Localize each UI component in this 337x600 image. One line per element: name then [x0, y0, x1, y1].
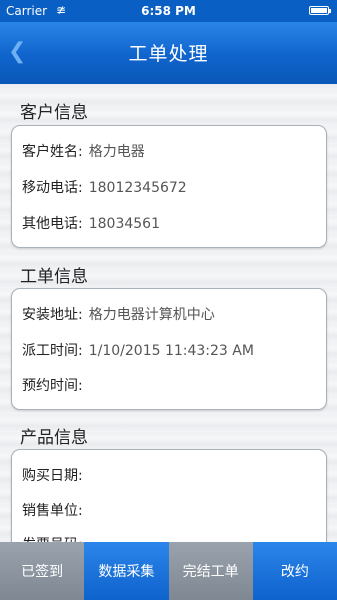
- row-label: 安装地址:: [22, 307, 83, 323]
- reschedule-button[interactable]: 改约: [252, 542, 337, 600]
- row-label: 移动电话:: [22, 180, 83, 196]
- other-phone-value[interactable]: 18034561: [89, 216, 160, 232]
- complete-order-button[interactable]: 完结工单: [168, 542, 253, 600]
- customer-card: 客户姓名: 格力电器 移动电话: 18012345672 其他电话: 18034561: [11, 125, 327, 248]
- mobile-phone-value[interactable]: 18012345672: [89, 180, 187, 196]
- row-label: 客户姓名:: [22, 144, 83, 160]
- signed-in-button[interactable]: 已签到: [0, 542, 85, 600]
- nav-bar: ❮ 工单处理: [0, 22, 337, 84]
- dispatch-time-value: 1/10/2015 11:43:23 AM: [88, 343, 254, 359]
- status-time: 6:58 PM: [141, 4, 196, 18]
- battery-icon: [309, 6, 331, 15]
- row-label: 预约时间:: [22, 378, 83, 394]
- section-title-product: 产品信息: [20, 428, 88, 448]
- status-bar: Carrier ≇ 6:58 PM: [0, 0, 337, 22]
- row-label: 销售单位:: [22, 503, 83, 519]
- bottom-tab-bar: 已签到 数据采集 完结工单 改约: [0, 542, 337, 600]
- other-phone-row: 其他电话: 18034561: [22, 213, 160, 233]
- mobile-phone-row: 移动电话: 18012345672: [22, 177, 187, 197]
- section-title-customer: 客户信息: [20, 103, 88, 123]
- row-label: 其他电话:: [22, 216, 83, 232]
- customer-name-value: 格力电器: [88, 144, 145, 160]
- purchase-date-row: 购买日期:: [22, 465, 89, 485]
- section-title-order: 工单信息: [20, 267, 88, 287]
- install-address-value: 格力电器计算机中心: [88, 307, 215, 323]
- customer-name-row: 客户姓名: 格力电器: [22, 141, 145, 161]
- install-address-row: 安装地址: 格力电器计算机中心: [22, 304, 215, 324]
- row-label: 派工时间:: [22, 343, 83, 359]
- sales-unit-row: 销售单位:: [22, 500, 89, 520]
- data-collection-button[interactable]: 数据采集: [84, 542, 169, 600]
- order-card: 安装地址: 格力电器计算机中心 派工时间: 1/10/2015 11:43:23 A…: [11, 288, 327, 410]
- dispatch-time-row: 派工时间: 1/10/2015 11:43:23 AM: [22, 340, 254, 360]
- page-title: 工单处理: [128, 43, 209, 65]
- row-label: 购买日期:: [22, 468, 83, 484]
- appointment-time-row: 预约时间:: [22, 375, 89, 395]
